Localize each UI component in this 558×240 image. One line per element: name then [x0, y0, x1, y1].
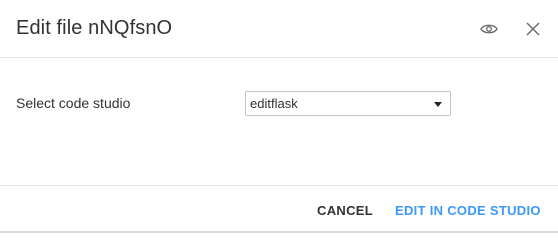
code-studio-select[interactable]: editflask: [245, 91, 451, 116]
dialog-body: Select code studio editflask: [0, 59, 558, 185]
dialog-header: Edit file nNQfsnO: [0, 0, 558, 58]
eye-icon: [480, 24, 498, 34]
close-icon: [526, 22, 540, 36]
dialog-footer: CANCEL EDIT IN CODE STUDIO: [0, 185, 558, 233]
dialog-bottom-edge: [0, 231, 558, 233]
select-code-studio-label: Select code studio: [16, 95, 131, 111]
caret-down-icon: [434, 102, 442, 107]
edit-file-dialog: Edit file nNQfsnO Select code studio edi…: [0, 0, 558, 233]
cancel-button[interactable]: CANCEL: [317, 203, 373, 218]
close-button[interactable]: [521, 17, 545, 41]
code-studio-select-value: editflask: [250, 96, 298, 111]
edit-in-code-studio-button[interactable]: EDIT IN CODE STUDIO: [395, 203, 541, 218]
preview-button[interactable]: [477, 17, 501, 41]
dialog-title: Edit file nNQfsnO: [16, 17, 173, 39]
